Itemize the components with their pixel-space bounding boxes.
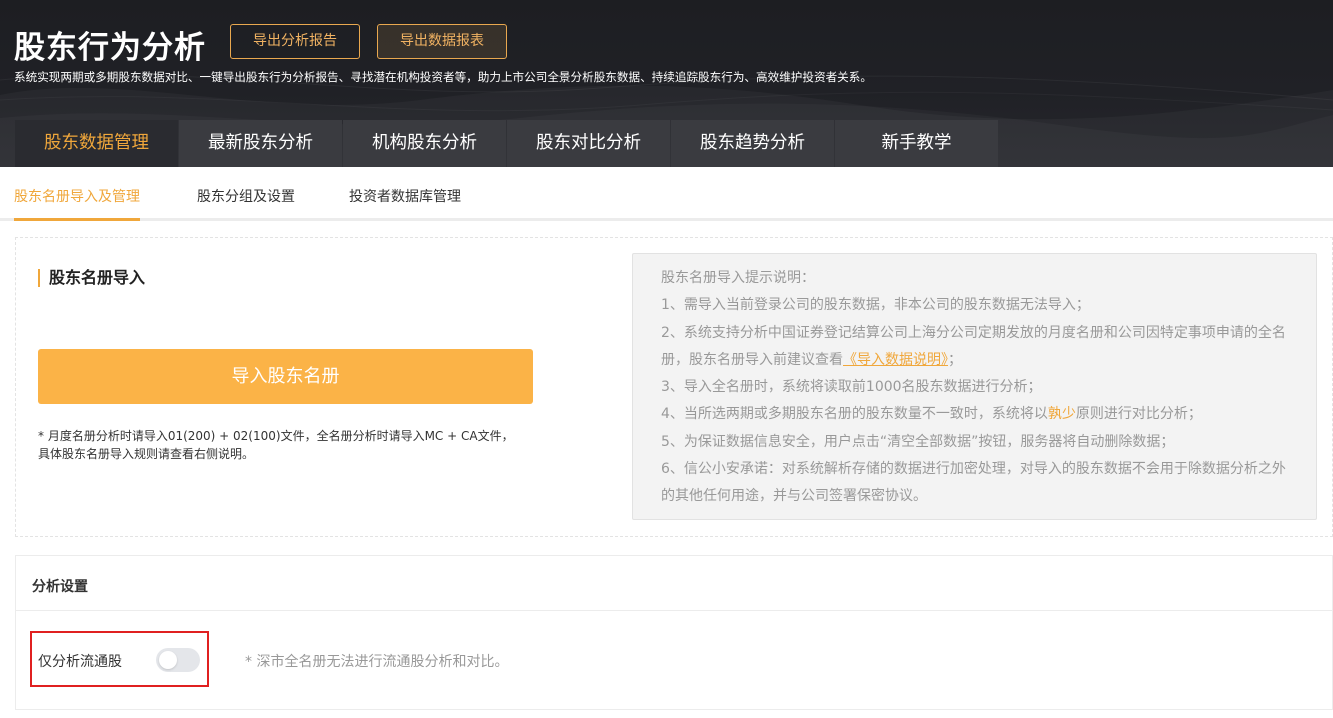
circulating-shares-toggle[interactable] bbox=[156, 648, 200, 672]
tips-item-5: 5、为保证数据信息安全，用户点击“清空全部数据”按钮，服务器将自动删除数据； bbox=[661, 433, 1175, 450]
export-report-button[interactable]: 导出分析报告 bbox=[230, 24, 360, 59]
export-data-button[interactable]: 导出数据报表 bbox=[377, 24, 507, 59]
import-register-button[interactable]: 导入股东名册 bbox=[38, 349, 533, 404]
import-tips-box: 股东名册导入提示说明： 1、需导入当前登录公司的股东数据，非本公司的股东数据无法… bbox=[632, 253, 1317, 520]
page-subtitle: 系统实现两期或多期股东数据对比、一键导出股东行为分析报告、寻找潜在机构投资者等，… bbox=[14, 70, 872, 84]
tab-shareholder-trend-analysis[interactable]: 股东趋势分析 bbox=[671, 120, 834, 167]
tips-item-2-text: 2、系统支持分析中国证券登记结算公司上海分公司定期发放的月度名册和公司因特定事项… bbox=[661, 324, 1286, 368]
tips-item-2-suffix: ； bbox=[948, 351, 962, 368]
subtab-grouping-settings[interactable]: 股东分组及设置 bbox=[197, 186, 295, 206]
tips-item-6: 6、信公小安承诺：对系统解析存储的数据进行加密处理，对导入的股东数据不会用于除数… bbox=[661, 461, 1286, 505]
import-note: * 月度名册分析时请导入01(200) + 02(100)文件，全名册分析时请导… bbox=[38, 429, 514, 461]
tab-latest-shareholder-analysis[interactable]: 最新股东分析 bbox=[179, 120, 342, 167]
tab-beginner-tutorial[interactable]: 新手教学 bbox=[835, 120, 998, 167]
tips-item-4: 4、当所选两期或多期股东名册的股东数量不一致时，系统将以孰少原则进行对比分析； bbox=[661, 401, 1288, 428]
import-data-guide-link[interactable]: 《导入数据说明》 bbox=[843, 352, 948, 368]
tips-heading: 股东名册导入提示说明： bbox=[661, 270, 815, 286]
settings-title: 分析设置 bbox=[32, 579, 88, 595]
sub-tab-bar: 股东名册导入及管理 股东分组及设置 投资者数据库管理 bbox=[0, 167, 1333, 221]
settings-header: 分析设置 bbox=[16, 556, 1332, 611]
analysis-settings-panel: 分析设置 bbox=[15, 555, 1333, 710]
toggle-knob bbox=[159, 651, 177, 669]
tips-item-4-suffix: 原则进行对比分析； bbox=[1075, 406, 1202, 423]
subtab-investor-database[interactable]: 投资者数据库管理 bbox=[349, 186, 461, 206]
tips-item-2: 2、系统支持分析中国证券登记结算公司上海分公司定期发放的月度名册和公司因特定事项… bbox=[661, 320, 1288, 375]
page-header: 股东行为分析 导出分析报告 导出数据报表 系统实现两期或多期股东数据对比、一键导… bbox=[0, 0, 1333, 167]
tab-shareholder-comparison-analysis[interactable]: 股东对比分析 bbox=[507, 120, 670, 167]
toggle-note: * 深市全名册无法进行流通股分析和对比。 bbox=[245, 654, 509, 670]
tips-item-4-text: 4、当所选两期或多期股东名册的股东数量不一致时，系统将以 bbox=[661, 406, 1048, 423]
tab-institutional-shareholder-analysis[interactable]: 机构股东分析 bbox=[343, 120, 506, 167]
tab-shareholder-data-management[interactable]: 股东数据管理 bbox=[15, 120, 178, 167]
main-tab-bar: 股东数据管理 最新股东分析 机构股东分析 股东对比分析 股东趋势分析 新手教学 bbox=[15, 120, 999, 167]
import-section-title: 股东名册导入 bbox=[38, 269, 145, 287]
circulating-shares-toggle-label: 仅分析流通股 bbox=[38, 654, 122, 670]
tips-item-1: 1、需导入当前登录公司的股东数据，非本公司的股东数据无法导入； bbox=[661, 297, 1090, 314]
tips-item-4-highlight: 孰少 bbox=[1047, 406, 1076, 423]
page-title: 股东行为分析 bbox=[14, 30, 206, 66]
tips-item-3: 3、导入全名册时，系统将读取前1000名股东数据进行分析； bbox=[661, 379, 1042, 396]
subtab-register-import[interactable]: 股东名册导入及管理 bbox=[14, 186, 140, 221]
